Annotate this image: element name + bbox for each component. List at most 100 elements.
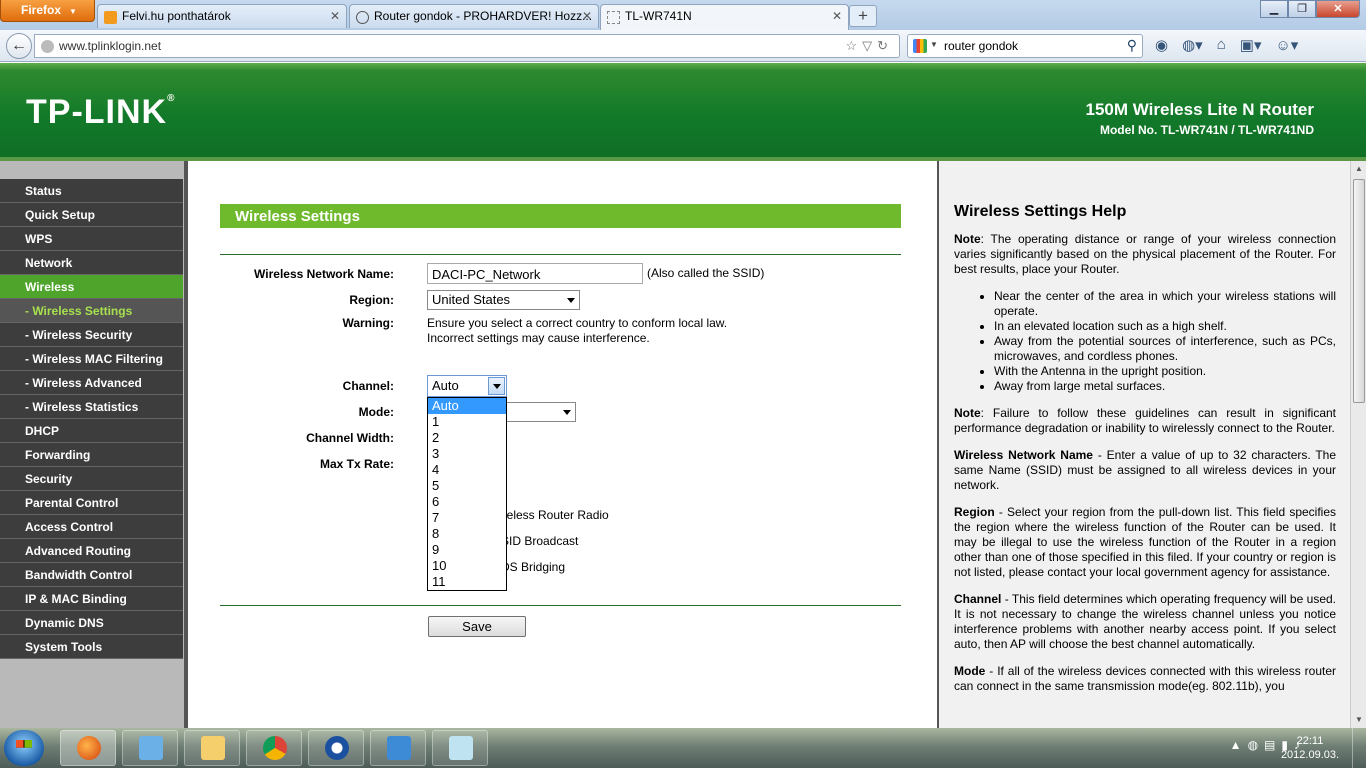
menu-item-advanced-routing[interactable]: Advanced Routing [0,539,183,563]
reload-icon[interactable]: ↻ [877,38,893,53]
help-title: Wireless Settings Help [954,203,1127,220]
minimize-button[interactable]: ▁ [1260,0,1288,18]
bookmarks-menu-icon[interactable]: ▣▾ [1240,36,1262,54]
search-icon[interactable]: ⚲ [1127,37,1137,54]
channel-option[interactable]: 5 [428,478,506,494]
save-button[interactable]: Save [428,616,526,637]
menu-item-bandwidth-control[interactable]: Bandwidth Control [0,563,183,587]
product-name: 150M Wireless Lite N Router [1085,100,1314,119]
region-label: Region: [349,293,394,307]
menu-item-access-control[interactable]: Access Control [0,515,183,539]
taskbar-chrome[interactable] [246,730,302,766]
channel-option[interactable]: 1 [428,414,506,430]
channel-option[interactable]: 2 [428,430,506,446]
home-icon[interactable]: ⌂ [1217,36,1226,54]
utorrent-icon[interactable]: ◍ [1248,738,1264,752]
channel-option[interactable]: 8 [428,526,506,542]
menu-item-system-tools[interactable]: System Tools [0,635,183,659]
help-scrollbar[interactable]: ▲ ▼ [1350,161,1366,728]
close-window-button[interactable]: ✕ [1316,0,1360,18]
windows-taskbar: ▲◍▤▮♪ 22:11 2012.09.03. [0,728,1366,768]
help-mode: Mode - If all of the wireless devices co… [954,664,1336,694]
menu-item-wireless-settings[interactable]: - Wireless Settings [0,299,183,323]
enable-wds-text: DS Bridging [501,560,566,574]
channel-option[interactable]: 3 [428,446,506,462]
channel-option[interactable]: 6 [428,494,506,510]
scroll-thumb[interactable] [1353,179,1365,403]
tab-felvi[interactable]: Felvi.hu ponthatárok ✕ [97,4,347,28]
clock[interactable]: 22:11 2012.09.03. [1280,734,1340,762]
menu-item-dynamic-dns[interactable]: Dynamic DNS [0,611,183,635]
menu-item-status[interactable]: Status [0,179,183,203]
menu-item-wireless-security[interactable]: - Wireless Security [0,323,183,347]
channel-option[interactable]: 10 [428,558,506,574]
list-item: Away from large metal surfaces. [994,379,1336,394]
menu-item-dhcp[interactable]: DHCP [0,419,183,443]
mode-label: Mode: [358,405,394,419]
sync-icon[interactable]: ◍▾ [1182,36,1203,54]
channel-option[interactable]: 9 [428,542,506,558]
channel-option[interactable]: 11 [428,574,506,590]
taskbar-notes[interactable] [432,730,488,766]
scroll-down-icon[interactable]: ▼ [1351,712,1366,728]
menu-item-wireless-mac-filtering[interactable]: - Wireless MAC Filtering [0,347,183,371]
firefox-menu-button[interactable]: Firefox ▼ [0,0,95,22]
taskbar-explorer[interactable] [184,730,240,766]
ssid-note: (Also called the SSID) [647,266,765,280]
site-identity-icon[interactable] [41,40,54,53]
url-bar[interactable]: www.tplinklogin.net ☆▽↻ [34,34,900,58]
blank-page-favicon-icon [607,11,620,24]
channel-option[interactable]: Auto [428,398,506,414]
show-hidden-icons-icon[interactable]: ▲ [1230,738,1248,752]
firefox-icon [77,736,101,760]
menu-item-wireless-statistics[interactable]: - Wireless Statistics [0,395,183,419]
tab-prohardver[interactable]: Router gondok - PROHARDVER! Hozz... ✕ [349,4,599,28]
search-bar[interactable]: ▼ router gondok ⚲ [907,34,1143,58]
menu-item-quick-setup[interactable]: Quick Setup [0,203,183,227]
region-value: United States [432,292,511,307]
channel-option[interactable]: 4 [428,462,506,478]
channel-label: Channel: [342,379,394,393]
device-icon[interactable]: ▤ [1264,738,1281,752]
menu-item-wireless-advanced[interactable]: - Wireless Advanced [0,371,183,395]
show-desktop-button[interactable] [1352,728,1366,768]
bookmark-star-icon[interactable]: ☆ [845,38,862,53]
menu-item-network[interactable]: Network [0,251,183,275]
history-dropdown-icon[interactable]: ▽ [862,38,877,53]
channel-select[interactable]: Auto [427,375,507,397]
menu-item-wireless[interactable]: Wireless [0,275,183,299]
channel-dropdown-button[interactable] [488,377,505,395]
channel-option[interactable]: 7 [428,510,506,526]
maximize-button[interactable]: ❐ [1288,0,1316,18]
firefox-addon-icon[interactable]: ◉ [1155,36,1168,54]
google-icon[interactable] [913,39,927,53]
search-engine-dropdown-icon[interactable]: ▼ [930,40,938,49]
menu-item-ip-mac-binding[interactable]: IP & MAC Binding [0,587,183,611]
close-tab-icon[interactable]: ✕ [330,9,340,23]
enable-radio-text: ireless Router Radio [500,508,609,522]
menu-item-security[interactable]: Security [0,467,183,491]
close-tab-icon[interactable]: ✕ [832,9,842,23]
menu-item-forwarding[interactable]: Forwarding [0,443,183,467]
taskbar-control-panel[interactable] [370,730,426,766]
channel-dropdown-list: Auto 1 2 3 4 5 6 7 8 9 10 11 [427,397,507,591]
help-note-text: : Failure to follow these guidelines can… [954,406,1336,435]
ssid-input[interactable]: DACI-PC_Network [427,263,643,284]
notes-icon [449,736,473,760]
windows-logo-icon [16,740,32,756]
new-tab-button[interactable]: + [849,5,877,27]
tab-tl-wr741n[interactable]: TL-WR741N ✕ [600,4,849,30]
addon-face-icon[interactable]: ☺▾ [1275,36,1298,54]
start-button[interactable] [4,730,44,766]
menu-item-wps[interactable]: WPS [0,227,183,251]
scroll-up-icon[interactable]: ▲ [1351,161,1366,177]
taskbar-network-users[interactable] [122,730,178,766]
taskbar-firefox[interactable] [60,730,116,766]
back-button[interactable]: ← [6,33,32,59]
close-tab-icon[interactable]: ✕ [582,9,592,23]
region-select[interactable]: United States [427,290,580,310]
help-region: Region - Select your region from the pul… [954,505,1336,580]
menu-item-parental-control[interactable]: Parental Control [0,491,183,515]
help-term: Mode [954,664,986,678]
taskbar-thunderbird[interactable] [308,730,364,766]
